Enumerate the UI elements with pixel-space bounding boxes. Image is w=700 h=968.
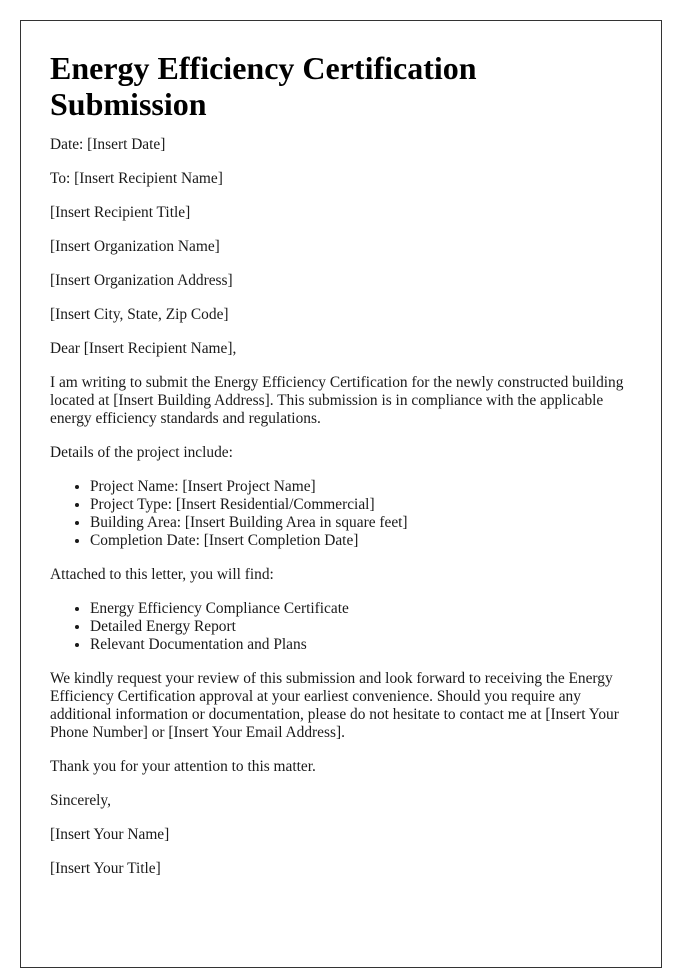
attachment-item-documentation: Relevant Documentation and Plans [90, 636, 632, 654]
request-paragraph: We kindly request your review of this su… [50, 670, 619, 741]
organization-address-line: [Insert Organization Address] [50, 272, 233, 289]
attachments-list: Energy Efficiency Compliance Certificate… [50, 600, 632, 654]
details-item-building-area: Building Area: [Insert Building Area in … [90, 514, 632, 532]
signature-name: [Insert Your Name] [50, 826, 170, 843]
letter-container: Energy Efficiency Certification Submissi… [20, 20, 662, 968]
details-item-project-type: Project Type: [Insert Residential/Commer… [90, 496, 632, 514]
intro-paragraph: I am writing to submit the Energy Effici… [50, 374, 624, 427]
attachment-item-energy-report: Detailed Energy Report [90, 618, 632, 636]
date-line: Date: [Insert Date] [50, 136, 166, 153]
salutation: Dear [Insert Recipient Name], [50, 340, 237, 357]
recipient-name-line: To: [Insert Recipient Name] [50, 170, 223, 187]
details-heading: Details of the project include: [50, 444, 233, 461]
attachments-heading: Attached to this letter, you will find: [50, 566, 274, 583]
recipient-title-line: [Insert Recipient Title] [50, 204, 191, 221]
letter-title: Energy Efficiency Certification Submissi… [50, 50, 477, 122]
details-item-completion-date: Completion Date: [Insert Completion Date… [90, 532, 632, 550]
details-item-project-name: Project Name: [Insert Project Name] [90, 478, 632, 496]
details-list: Project Name: [Insert Project Name] Proj… [50, 478, 632, 550]
closing: Sincerely, [50, 792, 111, 809]
organization-name-line: [Insert Organization Name] [50, 238, 220, 255]
attachment-item-certificate: Energy Efficiency Compliance Certificate [90, 600, 632, 618]
city-state-zip-line: [Insert City, State, Zip Code] [50, 306, 229, 323]
signature-title: [Insert Your Title] [50, 860, 161, 877]
thanks-line: Thank you for your attention to this mat… [50, 758, 316, 775]
